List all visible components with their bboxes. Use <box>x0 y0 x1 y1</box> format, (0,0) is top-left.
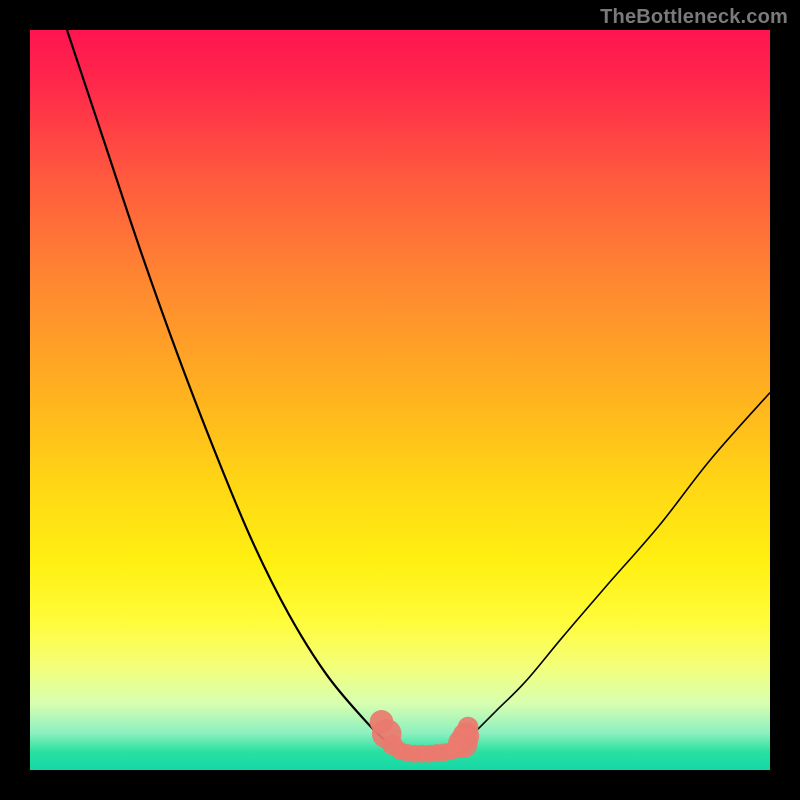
left-curve <box>67 30 400 748</box>
right-curve <box>459 393 770 748</box>
watermark-text: TheBottleneck.com <box>600 6 788 29</box>
plot-area <box>30 30 770 770</box>
marker-dot <box>458 717 479 738</box>
marker-cluster <box>370 710 480 763</box>
chart-svg <box>30 30 770 770</box>
